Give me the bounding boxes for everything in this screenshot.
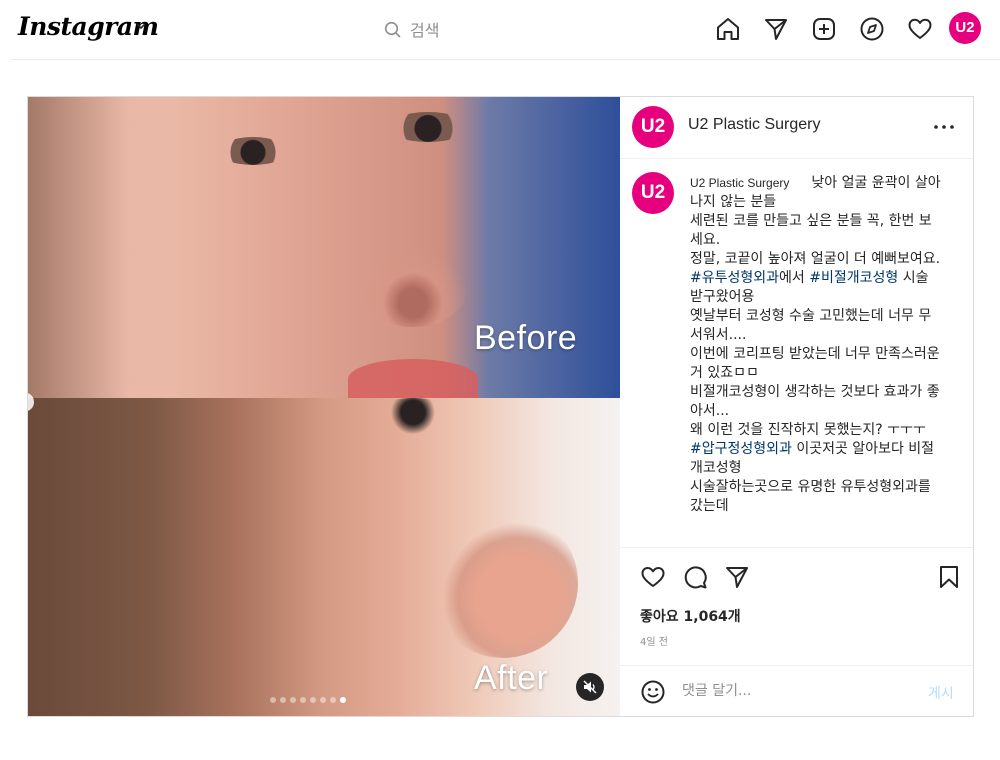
post-timestamp[interactable]: 4일 전 bbox=[640, 633, 668, 648]
caption-line: 비절개코성형이 생각하는 것보다 효과가 좋아서... bbox=[690, 384, 940, 419]
top-navigation-bar: Instagram U2 bbox=[10, 0, 1000, 60]
after-label: After bbox=[474, 659, 549, 697]
carousel-dots bbox=[270, 697, 346, 703]
carousel-dot[interactable] bbox=[270, 697, 276, 703]
carousel-dot[interactable] bbox=[320, 697, 326, 703]
caption-hashtag-line: #유투성형외과에서 #비절개코성형 시술 받구왔어용 bbox=[690, 270, 929, 305]
new-post-icon[interactable] bbox=[810, 15, 838, 43]
caption-line: 이번에 코리프팅 받았는데 너무 만족스러운거 있죠ㅁㅁ bbox=[690, 346, 940, 381]
post-card: Before After U2 U2 Plastic Surgery U2 U2… bbox=[27, 96, 974, 717]
caption-first-line: U2 Plastic Surgery 낮아 얼굴 윤곽이 살아나지 않는 분들 bbox=[690, 174, 942, 212]
explore-icon[interactable] bbox=[858, 15, 886, 43]
post-media-carousel[interactable]: Before After bbox=[28, 97, 620, 716]
profile-avatar[interactable]: U2 bbox=[949, 12, 981, 44]
add-comment-bar: 게시 bbox=[620, 665, 973, 716]
share-icon[interactable] bbox=[724, 564, 750, 590]
caption-author-avatar[interactable]: U2 bbox=[632, 172, 674, 214]
hashtag-link[interactable]: #비절개코성형 bbox=[809, 270, 898, 286]
caption-section: U2 U2 Plastic Surgery 낮아 얼굴 윤곽이 살아나지 않는 분… bbox=[620, 160, 973, 546]
caption-hashtag-line: #압구정성형외과 이곳저곳 알아보다 비절개코성형 bbox=[690, 441, 935, 476]
caption-line: 세련된 코를 만들고 싶은 분들 꼭, 한번 보세요. bbox=[690, 213, 932, 248]
before-label: Before bbox=[474, 319, 578, 357]
chevron-down-icon[interactable] bbox=[134, 19, 148, 33]
hashtag-link[interactable]: #유투성형외과 bbox=[690, 270, 779, 286]
hashtag-link[interactable]: #압구정성형외과 bbox=[690, 441, 792, 457]
caption-text: U2 Plastic Surgery 낮아 얼굴 윤곽이 살아나지 않는 분들 세… bbox=[690, 174, 942, 516]
post-header: U2 U2 Plastic Surgery bbox=[620, 97, 973, 159]
like-count[interactable]: 좋아요 1,064개 bbox=[640, 606, 741, 626]
caption-line: 정말, 코끝이 높아져 얼굴이 더 예뻐보여요. bbox=[690, 251, 941, 267]
caption-line: 시술잘하는곳으로 유명한 유투성형외과를 갔는데 bbox=[690, 479, 931, 514]
caption-line: 왜 이런 것을 진작하지 못했는지? ㅜㅜㅜ bbox=[690, 422, 926, 438]
post-actions: 좋아요 1,064개 4일 전 bbox=[620, 547, 973, 667]
emoji-icon[interactable] bbox=[640, 679, 666, 705]
search-input[interactable] bbox=[410, 14, 580, 46]
carousel-dot-active[interactable] bbox=[340, 697, 346, 703]
comment-input[interactable] bbox=[682, 676, 912, 706]
post-details-panel: U2 U2 Plastic Surgery U2 U2 Plastic Surg… bbox=[620, 97, 973, 716]
search-box[interactable] bbox=[380, 14, 580, 46]
direct-message-icon[interactable] bbox=[762, 15, 790, 43]
search-icon bbox=[384, 21, 401, 38]
carousel-dot[interactable] bbox=[330, 697, 336, 703]
mute-button[interactable] bbox=[576, 673, 604, 701]
caption-username-link[interactable]: U2 Plastic Surgery bbox=[690, 176, 789, 190]
more-options-icon[interactable] bbox=[932, 117, 956, 137]
carousel-dot[interactable] bbox=[300, 697, 306, 703]
speaker-muted-icon bbox=[583, 680, 597, 694]
account-name-link[interactable]: U2 Plastic Surgery bbox=[688, 116, 821, 134]
carousel-dot[interactable] bbox=[280, 697, 286, 703]
carousel-dot[interactable] bbox=[310, 697, 316, 703]
activity-heart-icon[interactable] bbox=[906, 15, 934, 43]
caption-line: 옛날부터 코성형 수술 고민했는데 너무 무서워서.... bbox=[690, 308, 932, 343]
account-avatar[interactable]: U2 bbox=[632, 106, 674, 148]
like-heart-icon[interactable] bbox=[640, 564, 666, 590]
comment-icon[interactable] bbox=[682, 564, 708, 590]
bookmark-icon[interactable] bbox=[936, 564, 962, 590]
carousel-dot[interactable] bbox=[290, 697, 296, 703]
home-icon[interactable] bbox=[714, 15, 742, 43]
post-comment-button[interactable]: 게시 bbox=[928, 683, 954, 703]
